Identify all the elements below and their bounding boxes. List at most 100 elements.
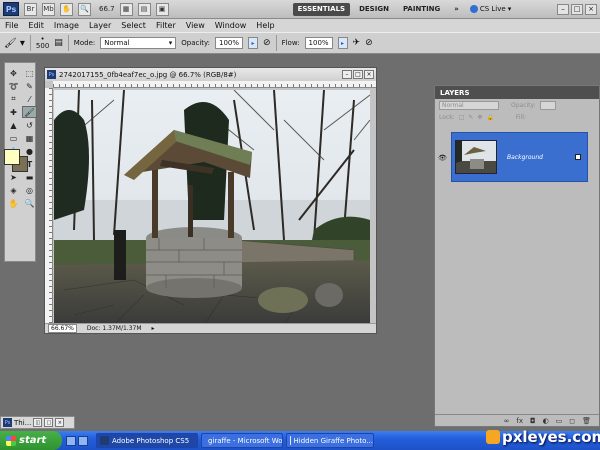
restore-icon[interactable]: ◫ — [33, 418, 43, 427]
minimize-icon[interactable]: – — [342, 70, 352, 79]
brush-panel-icon[interactable]: ▤ — [54, 38, 63, 48]
crop-tool-icon[interactable]: ⌗ — [6, 93, 21, 105]
flow-slider-button[interactable]: ▸ — [337, 37, 348, 49]
quick-select-tool-icon[interactable]: ✎ — [22, 80, 37, 92]
document-size[interactable]: Doc: 1.37M/1.37M — [87, 325, 142, 332]
opacity-label: Opacity: — [181, 39, 211, 47]
layer-name: Background — [507, 153, 543, 161]
menu-view[interactable]: View — [181, 21, 210, 30]
status-menu-arrow-icon[interactable]: ▸ — [152, 325, 155, 332]
menu-window[interactable]: Window — [210, 21, 252, 30]
document-window[interactable]: Ps 2742017155_0fb4eaf7ec_o.jpg @ 66.7% (… — [44, 67, 377, 334]
3d-rotate-tool-icon[interactable]: ◈ — [6, 184, 21, 196]
bridge-icon[interactable]: Br — [24, 2, 37, 16]
windows-logo-icon — [6, 435, 16, 446]
lock-transparent-icon[interactable]: □ — [459, 114, 465, 121]
clone-stamp-tool-icon[interactable]: ▲ — [6, 119, 21, 131]
screen-mode-icon[interactable]: ▣ — [155, 2, 169, 16]
mode-select[interactable]: Normal ▾ — [100, 37, 177, 49]
zoom-level[interactable]: 66.7 — [99, 5, 115, 13]
close-icon[interactable]: × — [585, 3, 597, 15]
menu-help[interactable]: Help — [251, 21, 279, 30]
eraser-tool-icon[interactable]: ▭ — [6, 132, 21, 144]
marquee-tool-icon[interactable]: ⬚ — [22, 67, 37, 79]
menu-filter[interactable]: Filter — [151, 21, 181, 30]
workspace-painting[interactable]: PAINTING — [398, 3, 445, 16]
document-title-bar[interactable]: Ps 2742017155_0fb4eaf7ec_o.jpg @ 66.7% (… — [45, 68, 376, 81]
path-select-tool-icon[interactable]: ➤ — [6, 171, 21, 183]
start-button[interactable]: start — [0, 431, 62, 450]
menu-image[interactable]: Image — [49, 21, 84, 30]
layer-style-icon[interactable]: fx — [516, 417, 523, 425]
arrange-documents-icon[interactable]: ▤ — [137, 2, 151, 16]
view-extras-icon[interactable]: ▦ — [119, 2, 133, 16]
pxleyes-logo-icon — [486, 430, 500, 444]
layer-mask-icon[interactable]: ◘ — [530, 417, 536, 425]
foreground-color-swatch[interactable] — [4, 149, 20, 165]
airbrush-icon[interactable]: ✈ — [353, 38, 361, 48]
image-canvas[interactable] — [54, 90, 370, 325]
menu-select[interactable]: Select — [116, 21, 151, 30]
adjustment-layer-icon[interactable]: ◐ — [543, 417, 549, 425]
opacity-slider-button[interactable]: ▸ — [248, 37, 259, 49]
blend-mode-select[interactable]: Normal — [439, 100, 499, 110]
quick-launch-icon[interactable] — [78, 435, 88, 446]
layers-panel-tab[interactable]: LAYERS — [435, 86, 599, 99]
close-icon[interactable]: × — [364, 70, 374, 79]
group-icon[interactable]: ▭ — [556, 417, 563, 425]
move-tool-icon[interactable]: ✥ — [6, 67, 21, 79]
quick-launch-icon[interactable] — [66, 435, 76, 446]
hand-tool-icon[interactable]: ✋ — [6, 197, 21, 209]
lasso-tool-icon[interactable]: ➰ — [6, 80, 21, 92]
maximize-icon[interactable]: □ — [571, 3, 583, 15]
maximize-icon[interactable]: □ — [353, 70, 363, 79]
brush-preset-picker[interactable]: • 500 — [36, 36, 49, 50]
cs-live-button[interactable]: CS Live ▾ — [469, 5, 511, 13]
maximize-icon[interactable]: □ — [44, 418, 54, 427]
workspace-more[interactable]: » — [449, 3, 464, 16]
healing-tool-icon[interactable]: ✚ — [6, 106, 21, 118]
zoom-tool-icon[interactable]: 🔍 — [78, 2, 91, 16]
workspace-design[interactable]: DESIGN — [354, 3, 394, 16]
minimized-document[interactable]: Ps Thi... ◫ □ × — [0, 416, 75, 429]
document-zoom-field[interactable]: 66.67% — [48, 324, 77, 333]
pressure-opacity-icon[interactable]: ⊘ — [263, 38, 271, 48]
task-photoshop[interactable]: Adobe Photoshop CS5 — [96, 433, 198, 448]
lock-position-icon[interactable]: ✥ — [477, 114, 482, 121]
flow-field[interactable]: 100% — [304, 37, 333, 49]
menu-layer[interactable]: Layer — [84, 21, 116, 30]
hand-icon[interactable]: ✋ — [60, 2, 73, 16]
gradient-tool-icon[interactable]: ▦ — [22, 132, 37, 144]
vertical-ruler[interactable] — [45, 88, 53, 323]
new-layer-icon[interactable]: ◻ — [569, 417, 575, 425]
brush-tool-icon[interactable]: 🖌 — [22, 106, 37, 118]
lock-image-icon[interactable]: ✎ — [468, 114, 473, 121]
shape-tool-icon[interactable]: ▬ — [22, 171, 37, 183]
minimize-icon[interactable]: – — [557, 3, 569, 15]
history-brush-tool-icon[interactable]: ↺ — [22, 119, 37, 131]
horizontal-ruler[interactable] — [53, 81, 376, 88]
link-layers-icon[interactable]: ∞ — [504, 417, 510, 425]
task-browser[interactable]: Hidden Giraffe Photo... — [286, 433, 374, 448]
zoom-tool-icon[interactable]: 🔍 — [22, 197, 37, 209]
menu-file[interactable]: File — [0, 21, 23, 30]
brush-tool-icon[interactable]: 🖌 ▾ — [4, 38, 25, 49]
trash-icon[interactable]: 🗑 — [582, 417, 591, 425]
eyedropper-tool-icon[interactable]: ⁄ — [22, 93, 37, 105]
minimized-document-title: Thi... — [14, 418, 32, 427]
workspace-essentials[interactable]: ESSENTIALS — [292, 2, 351, 16]
visibility-eye-icon[interactable]: 👁 — [438, 154, 447, 162]
mode-label: Mode: — [73, 39, 96, 47]
minibridge-icon[interactable]: Mb — [42, 2, 55, 16]
opacity-field[interactable]: 100% — [215, 37, 244, 49]
pressure-size-icon[interactable]: ⊘ — [365, 38, 373, 48]
layer-lock-icon — [575, 154, 581, 160]
3d-camera-tool-icon[interactable]: ◎ — [22, 184, 37, 196]
close-icon[interactable]: × — [55, 418, 65, 427]
layer-row-background[interactable]: Background — [451, 132, 588, 182]
photoshop-doc-icon: Ps — [3, 418, 12, 427]
task-word[interactable]: giraffe - Microsoft Word — [201, 433, 283, 448]
layers-opacity-field[interactable] — [539, 100, 556, 110]
lock-all-icon[interactable]: 🔒 — [486, 114, 493, 121]
menu-edit[interactable]: Edit — [23, 21, 49, 30]
